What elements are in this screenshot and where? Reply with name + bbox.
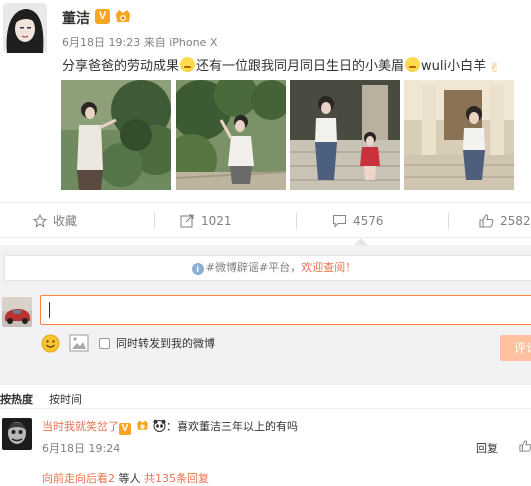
author-name[interactable]: 董洁 xyxy=(62,8,90,28)
post-text-part2: 还有一位跟我同月同日生日的小美眉 xyxy=(196,59,405,74)
vip-crown-icon xyxy=(114,8,132,25)
comment-tab-indicator xyxy=(354,238,368,245)
thumbs-up-icon xyxy=(479,214,494,228)
post-meta: 6月18日 19:23 来自 iPhone X xyxy=(62,34,217,50)
comment-like-button[interactable] xyxy=(519,440,531,455)
sort-divider xyxy=(0,408,531,409)
comment-composer: i#微博辟谣#平台，欢迎查阅！ 同时转发到我的微博 评论 xyxy=(0,245,531,385)
notice-link[interactable]: 欢迎查阅！ xyxy=(301,261,356,274)
panda-badge-icon xyxy=(153,419,166,432)
favorite-label: 收藏 xyxy=(53,214,78,228)
reply-user-name[interactable]: 向前走向后看2 xyxy=(42,472,115,485)
sort-by-time-tab[interactable]: 按时间 xyxy=(49,391,82,407)
post-action-bar: 收藏 1021 4576 25825 xyxy=(0,202,531,238)
replies-mid-text: 等人 xyxy=(118,472,141,485)
comment-text: ：喜欢董洁三年以上的有吗 xyxy=(166,420,298,433)
post-text-part1: 分享爸爸的劳动成果 xyxy=(62,59,180,74)
repost-count: 1021 xyxy=(201,214,232,228)
comment-icon xyxy=(332,214,347,228)
image-icon[interactable] xyxy=(69,334,89,355)
reply-button[interactable]: 回复 xyxy=(476,440,498,456)
post-image-3[interactable] xyxy=(290,80,400,190)
like-button[interactable]: 25825 xyxy=(479,203,531,239)
victory-hand-emoji-icon: ✌ xyxy=(489,61,501,76)
comment-time: 6月18日 19:24 xyxy=(42,442,121,455)
verified-badge-icon: V xyxy=(95,9,110,24)
author-avatar[interactable] xyxy=(3,3,47,53)
repost-button[interactable]: 1021 xyxy=(180,203,232,239)
comment-count: 4576 xyxy=(353,214,384,228)
info-icon: i xyxy=(191,263,204,275)
post-text: 分享爸爸的劳动成果 还有一位跟我同月同日生日的小美眉 wuli小白羊 ✌ xyxy=(62,55,503,76)
comment-sort-tabs: 按热度 按时间 xyxy=(0,391,82,407)
text-cursor xyxy=(49,302,50,318)
comment-input[interactable] xyxy=(40,295,531,325)
verified-badge-icon: V xyxy=(119,423,131,435)
submit-comment-button[interactable]: 评论 xyxy=(500,335,531,361)
notice-text: #微博辟谣#平台， xyxy=(205,261,302,274)
vip-crown-icon xyxy=(136,420,148,430)
comment-replies-summary[interactable]: 向前走向后看2 等人 共135条回复 xyxy=(42,470,209,486)
post-device[interactable]: iPhone X xyxy=(169,36,217,49)
repost-checkbox[interactable] xyxy=(99,338,110,349)
action-divider xyxy=(296,213,297,229)
action-divider xyxy=(448,213,449,229)
repost-checkbox-label[interactable]: 同时转发到我的微博 xyxy=(116,335,215,351)
current-user-avatar xyxy=(2,297,32,327)
star-icon xyxy=(32,213,48,228)
commenter-name[interactable]: 当时我就笑岔了 xyxy=(42,420,119,433)
post-date[interactable]: 6月18日 19:23 xyxy=(62,36,140,49)
sort-by-hot-tab[interactable]: 按热度 xyxy=(0,391,33,407)
favorite-button[interactable]: 收藏 xyxy=(32,203,78,239)
smile-icon[interactable] xyxy=(41,334,60,356)
action-divider xyxy=(154,213,155,229)
post-image-1[interactable] xyxy=(61,80,171,190)
smile-emoji-icon xyxy=(405,57,421,72)
laugh-emoji-icon xyxy=(180,57,196,72)
comment-button[interactable]: 4576 xyxy=(332,203,384,239)
comment-body: 当时我就笑岔了 V ：喜欢董洁三年以上的有吗 xyxy=(42,418,298,435)
repost-icon xyxy=(180,214,194,228)
post-source-prefix: 来自 xyxy=(143,36,166,49)
post-image-2[interactable] xyxy=(176,80,286,190)
like-count: 25825 xyxy=(500,214,531,228)
thumbs-up-icon xyxy=(519,440,531,452)
commenter-avatar[interactable] xyxy=(2,418,32,450)
post-image-4[interactable] xyxy=(404,80,514,190)
rumor-notice-banner[interactable]: i #微博辟谣#平台，欢迎查阅！ xyxy=(4,255,531,281)
replies-total-link[interactable]: 共135条回复 xyxy=(144,472,209,485)
post-text-part3: wuli小白羊 xyxy=(421,59,487,74)
